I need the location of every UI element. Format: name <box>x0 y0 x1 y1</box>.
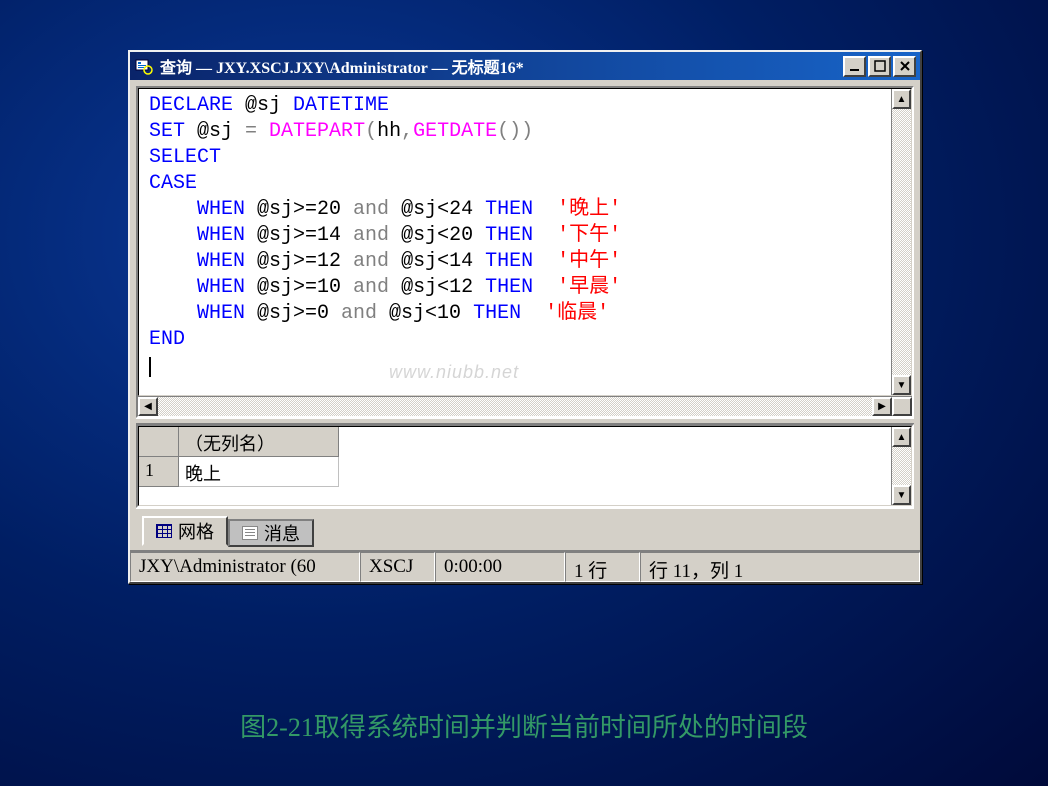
scroll-track[interactable] <box>892 447 911 485</box>
scroll-track[interactable] <box>892 109 911 375</box>
sql-editor[interactable]: DECLARE @sj DATETIME SET @sj = DATEPART(… <box>139 89 891 395</box>
sql-keyword-end: END <box>149 328 185 351</box>
row-number[interactable]: 1 <box>139 457 179 487</box>
window-controls <box>843 56 916 77</box>
sql-func-getdate: GETDATE <box>413 120 497 143</box>
scroll-down-button[interactable]: ▼ <box>892 375 911 395</box>
status-row-count: 1 行 <box>565 552 640 582</box>
status-cursor-pos: 行 11，列 1 <box>640 552 920 582</box>
code-pane: DECLARE @sj DATETIME SET @sj = DATEPART(… <box>136 86 914 418</box>
sql-keyword-set: SET <box>149 120 185 143</box>
results-tabs: 网格 消息 <box>136 508 914 544</box>
tab-label: 网格 <box>178 518 214 544</box>
scroll-up-button[interactable]: ▲ <box>892 427 911 447</box>
table-row[interactable]: 1 晚上 <box>139 457 891 487</box>
close-button[interactable] <box>893 56 916 77</box>
grid-icon <box>156 524 172 538</box>
column-header[interactable]: （无列名） <box>179 427 339 457</box>
tab-label: 消息 <box>264 520 300 546</box>
content-area: DECLARE @sj DATETIME SET @sj = DATEPART(… <box>130 80 920 550</box>
tab-grid[interactable]: 网格 <box>142 516 228 546</box>
results-pane: （无列名） 1 晚上 ▲ ▼ <box>136 424 914 508</box>
cell-value[interactable]: 晚上 <box>179 457 339 487</box>
scroll-corner <box>892 397 912 416</box>
titlebar[interactable]: 查询 — JXY.XSCJ.JXY\Administrator — 无标题16* <box>130 52 920 80</box>
minimize-button[interactable] <box>843 56 866 77</box>
results-grid[interactable]: （无列名） 1 晚上 <box>139 427 891 505</box>
sql-func-datepart: DATEPART <box>257 120 365 143</box>
sql-keyword-datetime: DATETIME <box>293 94 389 117</box>
tab-messages[interactable]: 消息 <box>228 519 314 547</box>
window-title: 查询 — JXY.XSCJ.JXY\Administrator — 无标题16* <box>160 54 843 78</box>
editor-horizontal-scrollbar[interactable]: ◀ ▶ <box>138 396 912 416</box>
status-connection: JXY\Administrator (60 <box>130 552 360 582</box>
statusbar: JXY\Administrator (60 XSCJ 0:00:00 1 行 行… <box>130 550 920 582</box>
status-elapsed-time: 0:00:00 <box>435 552 565 582</box>
grid-corner[interactable] <box>139 427 179 457</box>
scroll-right-button[interactable]: ▶ <box>872 397 892 416</box>
app-icon <box>134 56 154 76</box>
sql-keyword-declare: DECLARE <box>149 94 233 117</box>
sql-keyword-case: CASE <box>149 172 197 195</box>
watermark: www.niubb.net <box>389 359 519 385</box>
query-window: 查询 — JXY.XSCJ.JXY\Administrator — 无标题16*… <box>128 50 922 584</box>
text-cursor <box>149 357 151 377</box>
scroll-up-button[interactable]: ▲ <box>892 89 911 109</box>
editor-vertical-scrollbar[interactable]: ▲ ▼ <box>891 89 911 395</box>
figure-caption: 图2-21取得系统时间并判断当前时间所处的时间段 <box>0 707 1048 744</box>
status-database: XSCJ <box>360 552 435 582</box>
sql-keyword-select: SELECT <box>149 146 221 169</box>
message-icon <box>242 526 258 540</box>
maximize-button[interactable] <box>868 56 891 77</box>
results-vertical-scrollbar[interactable]: ▲ ▼ <box>891 427 911 505</box>
scroll-left-button[interactable]: ◀ <box>138 397 158 416</box>
scroll-down-button[interactable]: ▼ <box>892 485 911 505</box>
scroll-track[interactable] <box>158 397 872 416</box>
grid-header-row: （无列名） <box>139 427 891 457</box>
